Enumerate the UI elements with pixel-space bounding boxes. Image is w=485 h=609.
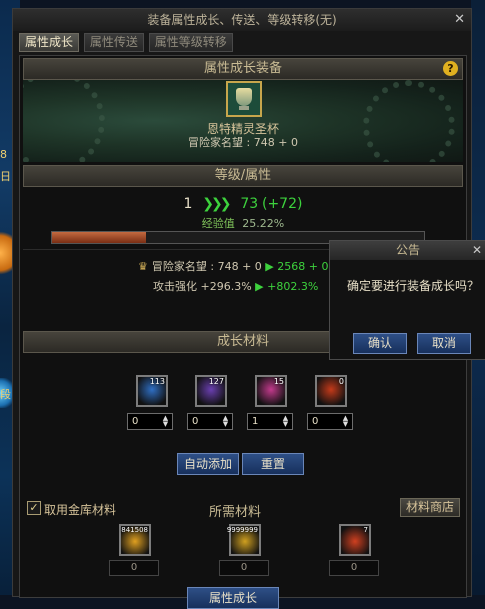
- background-text: 段: [0, 388, 11, 401]
- tab-attribute-transfer[interactable]: 属性传送: [83, 33, 144, 52]
- material-slot[interactable]: 113: [136, 375, 168, 407]
- confirm-dialog: 公告 ✕ 确定要进行装备成长吗？ 确认 取消: [329, 240, 485, 360]
- tab-bar: 属性成长 属性传送 属性等级转移: [19, 33, 234, 52]
- tab-level-transfer[interactable]: 属性等级转移: [148, 33, 233, 52]
- stat-atk-to: +802.3%: [267, 280, 319, 293]
- stepper-down-icon[interactable]: ▼: [160, 421, 171, 428]
- material-slot[interactable]: 127: [195, 375, 227, 407]
- stepper-down-icon[interactable]: ▼: [220, 421, 231, 428]
- required-item-count: 7: [363, 526, 368, 534]
- vault-checkbox[interactable]: ✓: [27, 501, 41, 515]
- chalice-icon[interactable]: [226, 81, 262, 117]
- exp-label: 经验值: [201, 217, 235, 230]
- quantity-value: 0: [132, 416, 139, 427]
- equip-banner: 恩特精灵圣杯 冒险家名望 : 748 + 0: [23, 80, 463, 162]
- level-arrow-icon: ❯❯❯: [202, 196, 231, 212]
- required-item-value: 0: [219, 560, 269, 576]
- material-count: 113: [149, 377, 165, 386]
- stepper-down-icon[interactable]: ▼: [340, 421, 351, 428]
- quantity-stepper[interactable]: 0 ▲ ▼: [307, 413, 353, 430]
- stat-attack: 攻击强化 +296.3% ▶ +802.3%: [153, 278, 318, 294]
- required-item-slot[interactable]: 9999999: [226, 524, 261, 556]
- level-section-header: 等级/属性: [23, 165, 463, 187]
- auto-add-button[interactable]: 自动添加: [177, 453, 239, 475]
- required-item-value: 0: [109, 560, 159, 576]
- required-item-count: 9999999: [226, 526, 258, 534]
- rank-icon: ♛: [138, 260, 148, 273]
- equip-section-title: 属性成长装备: [203, 61, 282, 76]
- required-item-count: 841508: [121, 526, 148, 534]
- required-item-slot[interactable]: 7: [339, 524, 371, 556]
- quantity-value: 0: [312, 416, 319, 427]
- material-count: 15: [273, 377, 284, 386]
- quantity-stepper[interactable]: 0 ▲ ▼: [187, 413, 233, 430]
- required-item-slot[interactable]: 841508: [119, 524, 151, 556]
- required-section-title: 所需材料: [209, 505, 262, 520]
- stat-atk-from: +296.3%: [200, 280, 252, 293]
- exp-row: 经验值 25.22%: [20, 215, 466, 231]
- level-from: 1: [183, 196, 193, 212]
- close-icon[interactable]: ✕: [454, 9, 465, 31]
- material-slot[interactable]: 0: [315, 375, 347, 407]
- quantity-stepper[interactable]: 1 ▲ ▼: [247, 413, 293, 430]
- stepper-down-icon[interactable]: ▼: [280, 421, 291, 428]
- vault-checkbox-label[interactable]: 取用金库材料: [44, 501, 116, 518]
- required-item-value: 0: [329, 560, 379, 576]
- dialog-titlebar[interactable]: 公告 ✕: [330, 241, 485, 260]
- dialog-message: 确定要进行装备成长吗？: [347, 279, 480, 293]
- cancel-button[interactable]: 取消: [417, 333, 471, 354]
- attribute-grow-button[interactable]: 属性成长: [187, 587, 279, 609]
- close-icon[interactable]: ✕: [472, 241, 482, 260]
- stat-reputation: ♛ 冒险家名望 : 748 + 0 ▶ 2568 + 0: [138, 258, 328, 274]
- level-section-title: 等级/属性: [214, 168, 272, 183]
- arrow-right-icon: ▶: [265, 260, 274, 273]
- exp-value: 25.22%: [242, 217, 285, 230]
- level-gain: (+72): [261, 196, 303, 212]
- stat-atk-label: 攻击强化: [153, 280, 197, 293]
- stat-rep-label: 冒险家名望 : 748 + 0: [151, 260, 262, 273]
- item-reputation: 冒险家名望 : 748 + 0: [188, 136, 298, 149]
- material-shop-button[interactable]: 材料商店: [399, 498, 460, 517]
- material-slot[interactable]: 15: [255, 375, 287, 407]
- materials-section-title: 成长材料: [216, 334, 269, 349]
- material-count: 0: [338, 377, 344, 386]
- quantity-value: 0: [192, 416, 199, 427]
- confirm-button[interactable]: 确认: [353, 333, 407, 354]
- material-count: 127: [208, 377, 224, 386]
- background-text: 日: [0, 170, 11, 183]
- level-row: 1 ❯❯❯ 73 (+72): [20, 196, 466, 212]
- quantity-value: 1: [252, 416, 259, 427]
- help-icon[interactable]: ?: [443, 61, 458, 76]
- equip-section-header: 属性成长装备 ?: [23, 58, 463, 80]
- level-to: 73: [240, 196, 259, 212]
- required-materials-header: ✓ 取用金库材料 所需材料 材料商店: [24, 498, 464, 520]
- window-title: 装备属性成长、传送、等级转移(无): [147, 13, 337, 27]
- background-text: 8: [0, 148, 7, 161]
- tab-attribute-growth[interactable]: 属性成长: [19, 33, 80, 52]
- dialog-title: 公告: [395, 243, 420, 257]
- stat-rep-next: 2568 + 0: [277, 260, 329, 273]
- exp-progress-fill: [52, 232, 146, 243]
- window-titlebar[interactable]: 装备属性成长、传送、等级转移(无) ✕: [13, 9, 471, 31]
- reset-button[interactable]: 重置: [242, 453, 304, 475]
- arrow-right-icon: ▶: [255, 280, 264, 293]
- quantity-stepper[interactable]: 0 ▲ ▼: [127, 413, 173, 430]
